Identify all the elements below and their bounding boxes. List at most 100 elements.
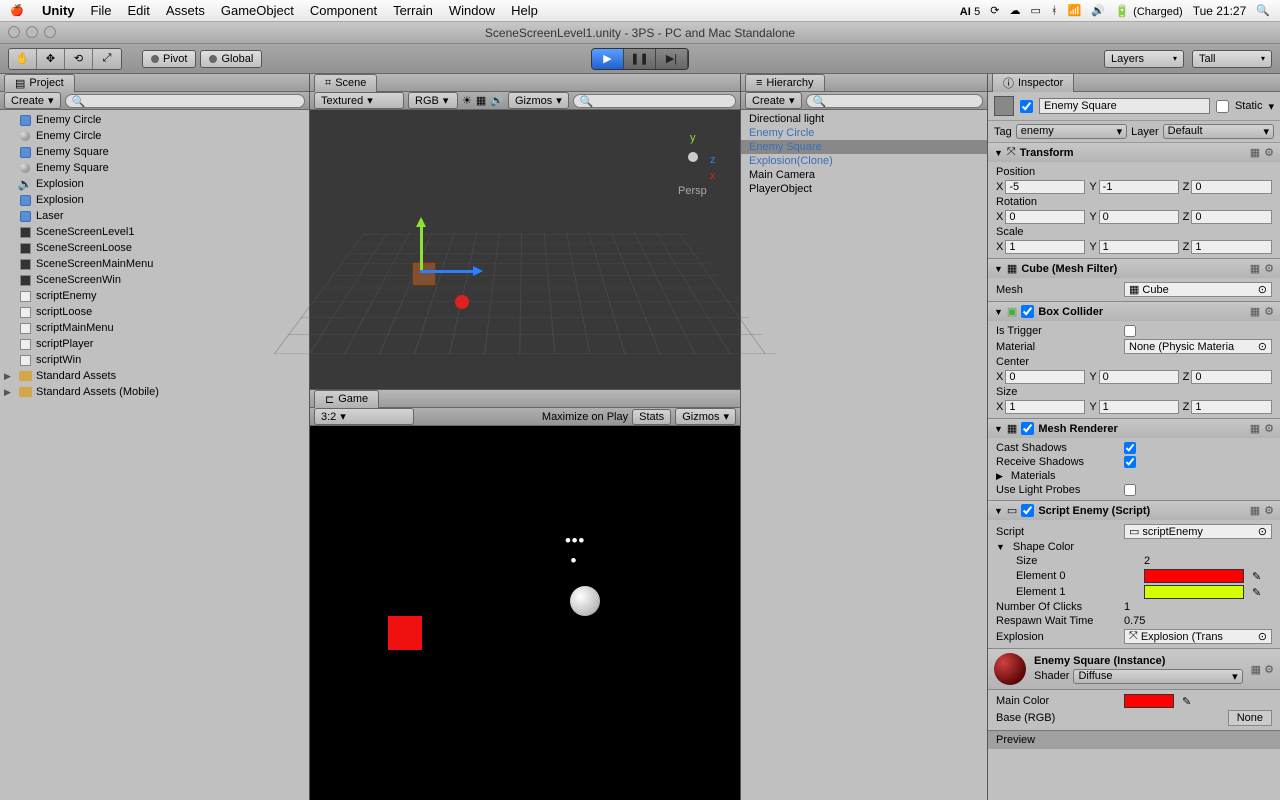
pos-x[interactable] <box>1005 180 1085 194</box>
help-icon[interactable]: ▦ <box>1250 146 1260 159</box>
audio-toggle[interactable]: 🔊 <box>490 94 504 107</box>
layout-dropdown[interactable]: Tall▾ <box>1192 50 1272 68</box>
global-toggle[interactable]: Global <box>200 50 262 68</box>
materials-foldout[interactable]: Materials <box>1011 470 1056 482</box>
scale-y[interactable] <box>1099 240 1179 254</box>
light-probes[interactable] <box>1124 484 1136 496</box>
traffic-lights[interactable] <box>8 26 56 38</box>
maincolor-swatch[interactable] <box>1124 694 1174 708</box>
center-z[interactable] <box>1191 370 1272 384</box>
layers-dropdown[interactable]: Layers▾ <box>1104 50 1184 68</box>
help-icon[interactable]: ▦ <box>1250 262 1260 275</box>
center-y[interactable] <box>1099 370 1179 384</box>
rot-z[interactable] <box>1191 210 1272 224</box>
list-item[interactable]: Enemy Circle <box>0 128 309 144</box>
eyedropper-icon[interactable]: ✎ <box>1182 695 1191 708</box>
inspector-tab[interactable]: ⓘInspector <box>992 74 1074 93</box>
center-x[interactable] <box>1005 370 1085 384</box>
list-item[interactable]: scriptPlayer <box>0 336 309 352</box>
menu-assets[interactable]: Assets <box>158 3 213 18</box>
spotlight-icon[interactable]: 🔍 <box>1256 4 1270 17</box>
script-slot[interactable]: ▭scriptEnemy⊙ <box>1124 524 1272 539</box>
recv-shadows[interactable] <box>1124 456 1136 468</box>
menu-file[interactable]: File <box>83 3 120 18</box>
list-item[interactable]: SceneScreenLevel1 <box>0 224 309 240</box>
menu-terrain[interactable]: Terrain <box>385 3 441 18</box>
menu-component[interactable]: Component <box>302 3 385 18</box>
list-item[interactable]: Enemy Square <box>0 160 309 176</box>
list-item[interactable]: scriptEnemy <box>0 288 309 304</box>
menu-app[interactable]: Unity <box>34 3 83 18</box>
hierarchy-item[interactable]: Enemy Square <box>741 140 987 154</box>
list-item[interactable]: SceneScreenWin <box>0 272 309 288</box>
physmat-slot[interactable]: None (Physic Materia⊙ <box>1124 339 1272 354</box>
orientation-gizmo[interactable]: y z x Persp <box>660 130 720 190</box>
shapecolor-foldout[interactable]: Shape Color <box>1013 541 1074 553</box>
scale-x[interactable] <box>1005 240 1085 254</box>
istrigger-checkbox[interactable] <box>1124 325 1136 337</box>
hierarchy-tab[interactable]: ≡Hierarchy <box>745 74 825 91</box>
respawn-value[interactable]: 0.75 <box>1124 615 1145 627</box>
gear-icon[interactable]: ⚙ <box>1264 262 1274 275</box>
fx-toggle[interactable]: ▦ <box>476 94 486 107</box>
size-x[interactable] <box>1005 400 1085 414</box>
hierarchy-item[interactable]: Directional light <box>741 112 987 126</box>
hierarchy-create[interactable]: Create▾ <box>745 92 802 109</box>
layer-dropdown[interactable]: Default▾ <box>1163 124 1274 139</box>
scale-z[interactable] <box>1191 240 1272 254</box>
list-item[interactable]: Enemy Square <box>0 144 309 160</box>
hand-tool[interactable]: ✋ <box>9 49 37 69</box>
help-icon[interactable]: ▦ <box>1251 664 1261 676</box>
gizmos-dropdown[interactable]: Gizmos▾ <box>508 92 569 109</box>
pivot-toggle[interactable]: Pivot <box>142 50 196 68</box>
size-z[interactable] <box>1191 400 1272 414</box>
project-tab[interactable]: ▤Project <box>4 74 75 92</box>
gear-icon[interactable]: ⚙ <box>1264 504 1274 517</box>
rot-x[interactable] <box>1005 210 1085 224</box>
clicks-value[interactable]: 1 <box>1124 601 1130 613</box>
pause-button[interactable]: ❚❚ <box>624 49 656 69</box>
rotate-tool[interactable]: ⟲ <box>65 49 93 69</box>
eyedropper-icon[interactable]: ✎ <box>1252 570 1261 583</box>
shader-dropdown[interactable]: Diffuse▾ <box>1073 669 1242 684</box>
move-tool[interactable]: ✥ <box>37 49 65 69</box>
stats-toggle[interactable]: Stats <box>632 409 671 425</box>
mesh-slot[interactable]: ▦Cube⊙ <box>1124 282 1272 297</box>
game-canvas[interactable]: • • • • <box>310 426 740 800</box>
hierarchy-item[interactable]: Explosion(Clone) <box>741 154 987 168</box>
hierarchy-item[interactable]: Enemy Circle <box>741 126 987 140</box>
gear-icon[interactable]: ⚙ <box>1264 422 1274 435</box>
scene-viewport[interactable]: y z x Persp <box>310 110 740 390</box>
rendermode-dropdown[interactable]: RGB▾ <box>408 92 458 109</box>
list-item[interactable]: Enemy Circle <box>0 112 309 128</box>
help-icon[interactable]: ▦ <box>1250 305 1260 318</box>
tag-dropdown[interactable]: enemy▾ <box>1016 124 1127 139</box>
renderer-enable[interactable] <box>1021 422 1034 435</box>
collider-enable[interactable] <box>1021 305 1034 318</box>
help-icon[interactable]: ▦ <box>1250 504 1260 517</box>
maximize-toggle[interactable]: Maximize on Play <box>542 411 628 423</box>
color-swatch-0[interactable] <box>1144 569 1244 583</box>
list-item[interactable]: SceneScreenMainMenu <box>0 256 309 272</box>
list-item[interactable]: 🔊Explosion <box>0 176 309 192</box>
gameobject-name-input[interactable] <box>1039 98 1210 114</box>
light-toggle[interactable]: ☀ <box>462 94 472 107</box>
menu-edit[interactable]: Edit <box>119 3 157 18</box>
array-size[interactable]: 2 <box>1144 555 1150 567</box>
list-item[interactable]: Laser <box>0 208 309 224</box>
gear-icon[interactable]: ⚙ <box>1264 146 1274 159</box>
apple-icon[interactable]: 🍎 <box>10 4 24 18</box>
list-item[interactable]: scriptMainMenu <box>0 320 309 336</box>
list-item[interactable]: SceneScreenLoose <box>0 240 309 256</box>
pos-y[interactable] <box>1099 180 1179 194</box>
rot-y[interactable] <box>1099 210 1179 224</box>
hierarchy-item[interactable]: PlayerObject <box>741 182 987 196</box>
gear-icon[interactable]: ⚙ <box>1264 664 1274 676</box>
step-button[interactable]: ▶| <box>656 49 688 69</box>
game-gizmos-dropdown[interactable]: Gizmos▾ <box>675 408 736 425</box>
cast-shadows[interactable] <box>1124 442 1136 454</box>
scene-search[interactable]: 🔍 <box>573 94 736 108</box>
explosion-slot[interactable]: ⤧Explosion (Trans⊙ <box>1124 629 1272 644</box>
list-item[interactable]: ▶Standard Assets <box>0 368 309 384</box>
list-item[interactable]: ▶Standard Assets (Mobile) <box>0 384 309 400</box>
